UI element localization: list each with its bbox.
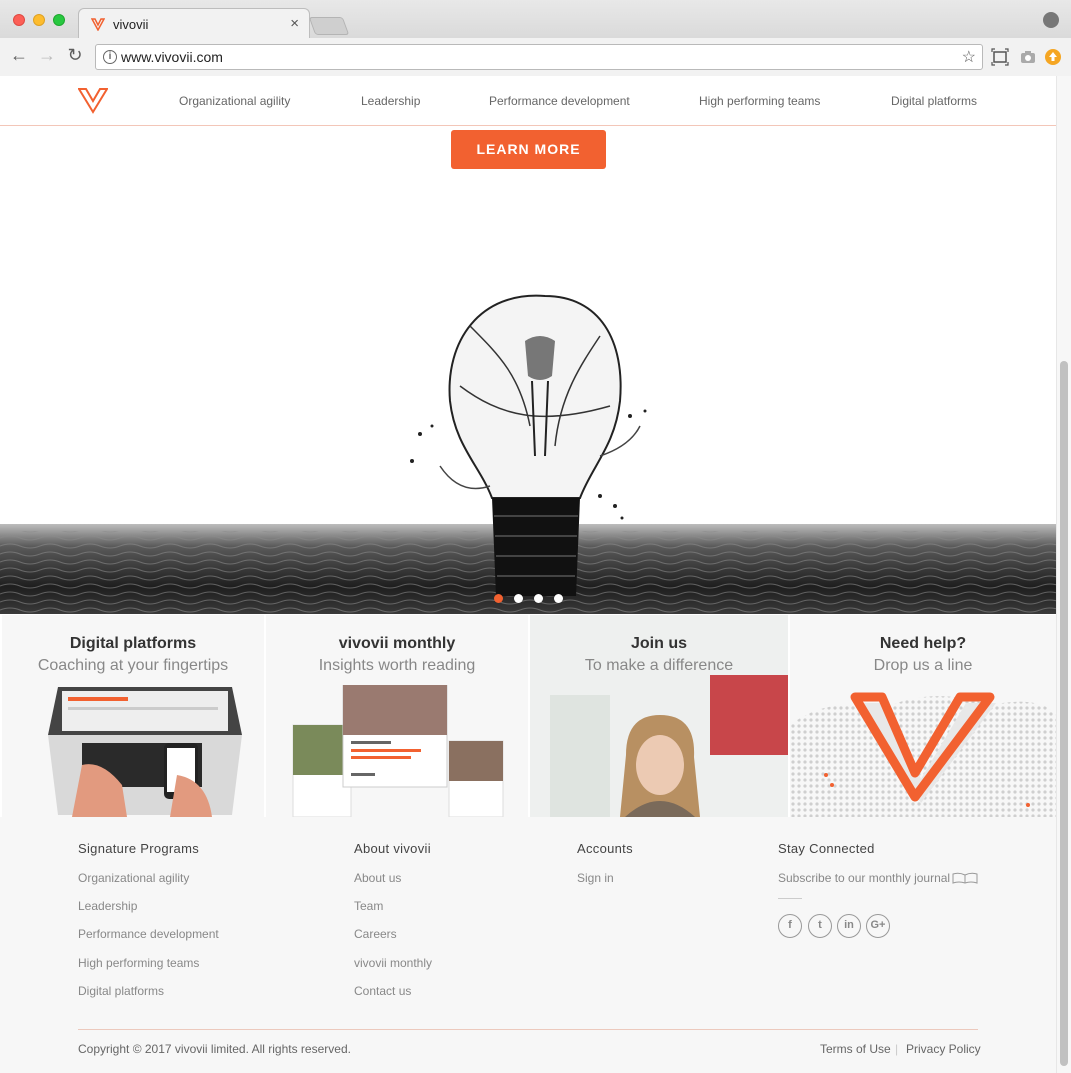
page-viewport: Organizational agility Leadership Perfor… — [0, 76, 1056, 1073]
footer-heading-accounts: Accounts — [577, 841, 633, 856]
tile-digital-platforms[interactable]: Digital platforms Coaching at your finge… — [2, 615, 264, 817]
tile-subtitle: Drop us a line — [873, 657, 973, 674]
back-button[interactable]: ← — [8, 45, 30, 66]
footer-link[interactable]: Careers — [354, 927, 397, 941]
url-text[interactable]: www.vivovii.com — [121, 49, 223, 65]
info-icon[interactable]: i — [103, 50, 117, 64]
footer-link[interactable]: High performing teams — [78, 956, 199, 970]
tile-subtitle: To make a difference — [584, 657, 734, 674]
scrollbar-thumb[interactable] — [1060, 361, 1068, 1066]
reload-button[interactable]: ↻ — [64, 45, 86, 66]
footer-link[interactable]: Performance development — [78, 927, 219, 941]
nav-performance-development[interactable]: Performance development — [489, 94, 630, 108]
footer-heading-connected: Stay Connected — [778, 841, 875, 856]
close-window-button[interactable] — [13, 14, 25, 26]
tile-subtitle: Insights worth reading — [318, 657, 476, 674]
minimize-window-button[interactable] — [33, 14, 45, 26]
tile-need-help[interactable]: Need help? Drop us a line — [790, 615, 1056, 817]
new-tab-button[interactable] — [308, 17, 350, 35]
page-scrollbar[interactable] — [1056, 76, 1071, 1073]
site-header: Organizational agility Leadership Perfor… — [0, 76, 1056, 126]
carousel-dot-4[interactable] — [554, 594, 563, 603]
social-divider — [778, 898, 802, 899]
terms-link[interactable]: Terms of Use — [820, 1042, 891, 1056]
laptop-phone-image — [48, 687, 242, 817]
tile-subtitle: Coaching at your fingertips — [37, 657, 229, 674]
feature-tiles: Digital platforms Coaching at your finge… — [0, 615, 1056, 817]
world-map-logo-image — [790, 692, 1056, 817]
tile-title: Digital platforms — [69, 635, 197, 652]
nav-organizational-agility[interactable]: Organizational agility — [179, 94, 290, 108]
site-footer: Signature Programs Organizational agilit… — [0, 817, 1056, 1073]
footer-heading-signature: Signature Programs — [78, 841, 200, 856]
tile-title: vivovii monthly — [338, 635, 456, 652]
lightbulb-water-image — [0, 294, 1056, 614]
footer-link[interactable]: Contact us — [354, 984, 411, 998]
legal-separator: | — [895, 1042, 899, 1056]
tab-strip: vivovii × — [0, 0, 1071, 39]
nav-leadership[interactable]: Leadership — [361, 94, 420, 108]
privacy-link[interactable]: Privacy Policy — [906, 1042, 981, 1056]
forward-button[interactable]: → — [36, 45, 58, 66]
screen-capture-icon[interactable] — [991, 48, 1009, 66]
footer-heading-about: About vivovii — [354, 841, 431, 856]
open-book-icon[interactable] — [952, 872, 978, 884]
footer-link-sign-in[interactable]: Sign in — [577, 871, 614, 885]
footer-divider — [78, 1029, 978, 1030]
facebook-icon[interactable]: f — [778, 914, 802, 938]
carousel-dot-3[interactable] — [534, 594, 543, 603]
tile-vivovii-monthly[interactable]: vivovii monthly Insights worth reading — [266, 615, 528, 817]
learn-more-button[interactable]: LEARN MORE — [451, 130, 606, 169]
address-bar[interactable]: i www.vivovii.com ☆ — [95, 44, 983, 70]
camera-icon[interactable] — [1019, 48, 1037, 66]
footer-link[interactable]: Team — [354, 899, 383, 913]
nav-digital-platforms[interactable]: Digital platforms — [891, 94, 977, 108]
tab-title: vivovii — [113, 17, 149, 32]
twitter-icon[interactable]: t — [808, 914, 832, 938]
nav-high-performing-teams[interactable]: High performing teams — [699, 94, 820, 108]
hero-banner: LEARN MORE — [0, 126, 1056, 614]
footer-link[interactable]: Organizational agility — [78, 871, 189, 885]
journal-cards-image — [292, 685, 504, 817]
carousel-dot-2[interactable] — [514, 594, 523, 603]
carousel-dot-1[interactable] — [494, 594, 503, 603]
footer-link[interactable]: Digital platforms — [78, 984, 164, 998]
browser-chrome: vivovii × ← → ↻ i www.vivovii.com ☆ — [0, 0, 1071, 76]
browser-toolbar: ← → ↻ i www.vivovii.com ☆ — [0, 38, 1071, 76]
vivovii-logo[interactable] — [78, 86, 108, 114]
vivovii-favicon-icon — [91, 18, 105, 31]
footer-link[interactable]: About us — [354, 871, 401, 885]
maximize-window-button[interactable] — [53, 14, 65, 26]
tile-join-us[interactable]: Join us To make a difference — [530, 615, 788, 817]
profile-icon[interactable] — [1043, 12, 1059, 28]
bookmark-star-icon[interactable]: ☆ — [962, 47, 976, 67]
tile-title: Need help? — [879, 635, 967, 652]
tab-close-icon[interactable]: × — [290, 15, 299, 32]
tile-title: Join us — [630, 635, 687, 652]
subscribe-link[interactable]: Subscribe to our monthly journal — [778, 871, 950, 885]
linkedin-icon[interactable]: in — [837, 914, 861, 938]
extension-icon[interactable] — [1044, 48, 1062, 66]
google-plus-icon[interactable]: G+ — [866, 914, 890, 938]
footer-link[interactable]: vivovii monthly — [354, 956, 432, 970]
footer-link[interactable]: Leadership — [78, 899, 137, 913]
copyright-text: Copyright © 2017 vivovii limited. All ri… — [78, 1042, 351, 1056]
browser-tab[interactable]: vivovii × — [78, 8, 310, 39]
